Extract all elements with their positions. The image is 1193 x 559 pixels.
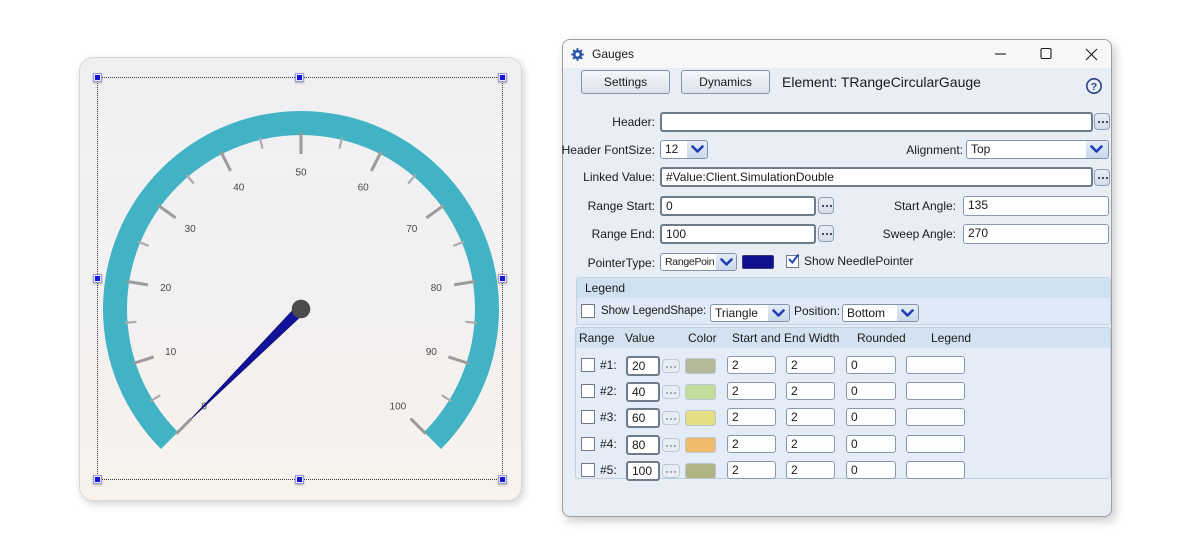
svg-text:?: ? <box>1091 81 1097 93</box>
